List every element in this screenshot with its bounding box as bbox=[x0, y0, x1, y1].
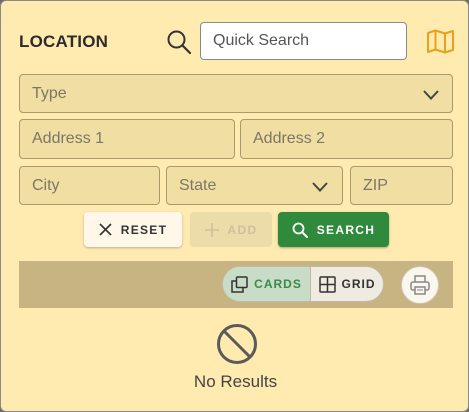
address1-field[interactable]: Address 1 bbox=[19, 119, 235, 159]
state-select[interactable]: State bbox=[166, 166, 343, 205]
zip-placeholder: ZIP bbox=[363, 176, 388, 194]
zip-field[interactable]: ZIP bbox=[350, 166, 453, 205]
add-label: ADD bbox=[227, 222, 258, 237]
close-icon bbox=[99, 223, 112, 236]
address1-placeholder: Address 1 bbox=[32, 130, 105, 147]
chevron-down-icon bbox=[312, 182, 328, 192]
cards-icon bbox=[231, 275, 248, 293]
chevron-down-icon bbox=[423, 90, 439, 100]
location-panel: LOCATION Quick Search Type Address 1 Add… bbox=[0, 0, 469, 412]
print-button[interactable] bbox=[401, 266, 439, 304]
search-label: SEARCH bbox=[316, 222, 376, 237]
type-select-value: Type bbox=[32, 84, 67, 102]
no-results-text: No Results bbox=[193, 372, 278, 391]
plus-icon bbox=[204, 222, 219, 237]
panel-title: LOCATION bbox=[19, 32, 109, 51]
search-icon bbox=[292, 222, 308, 238]
type-select[interactable]: Type bbox=[19, 74, 453, 113]
print-icon bbox=[410, 275, 430, 295]
add-button[interactable]: ADD bbox=[190, 212, 272, 247]
address2-field[interactable]: Address 2 bbox=[240, 119, 453, 159]
grid-icon bbox=[318, 275, 336, 293]
city-placeholder: City bbox=[32, 176, 60, 194]
state-select-value: State bbox=[179, 176, 217, 194]
grid-view-button[interactable]: GRID bbox=[311, 267, 383, 301]
grid-label: GRID bbox=[341, 277, 376, 291]
cards-label: CARDS bbox=[254, 277, 302, 291]
reset-button[interactable]: RESET bbox=[84, 212, 182, 247]
search-icon[interactable] bbox=[166, 29, 192, 55]
quick-search-input[interactable]: Quick Search bbox=[200, 22, 407, 60]
address2-placeholder: Address 2 bbox=[253, 130, 326, 147]
city-field[interactable]: City bbox=[19, 166, 160, 205]
map-icon[interactable] bbox=[426, 29, 455, 54]
view-toggle: CARDS GRID bbox=[222, 266, 384, 302]
quick-search-placeholder: Quick Search bbox=[213, 32, 310, 49]
no-entry-icon bbox=[217, 324, 257, 364]
search-button[interactable]: SEARCH bbox=[278, 212, 389, 247]
reset-label: RESET bbox=[120, 222, 168, 237]
cards-view-button[interactable]: CARDS bbox=[223, 267, 311, 301]
